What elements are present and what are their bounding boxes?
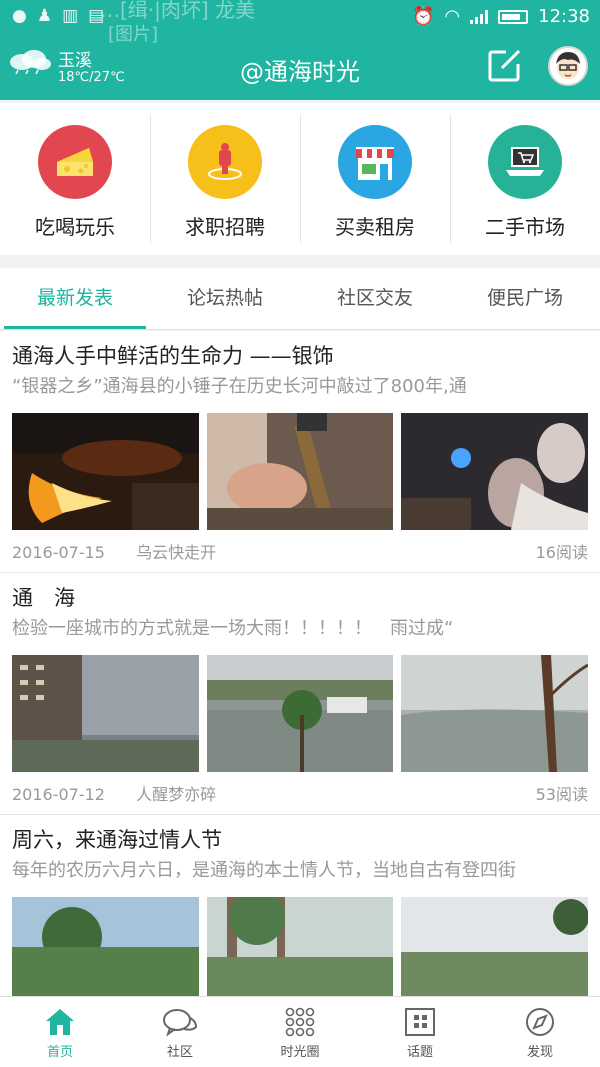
post-image[interactable] <box>206 897 394 996</box>
category-secondhand[interactable]: 二手市场 <box>450 103 600 255</box>
nav-discover[interactable]: 发现 <box>480 997 600 1067</box>
category-label: 求职招聘 <box>185 215 265 239</box>
post-image[interactable] <box>401 413 589 530</box>
avatar[interactable] <box>548 46 588 86</box>
post-image[interactable] <box>401 897 589 996</box>
category-label: 吃喝玩乐 <box>35 215 115 239</box>
category-grid: 吃喝玩乐 求职招聘 买卖租房 二手市场 <box>0 103 600 255</box>
post-title: 周六，来通海过情人节 <box>12 828 222 852</box>
category-label: 买卖租房 <box>335 215 415 239</box>
nav-community[interactable]: 社区 <box>120 997 240 1067</box>
post-thumbnails <box>12 897 589 996</box>
nav-label: 社区 <box>166 1045 193 1060</box>
post-image[interactable] <box>206 413 394 530</box>
user-avatar-icon <box>556 52 580 79</box>
chat-bubbles-icon <box>163 1009 198 1037</box>
post-date: 2016-07-15 <box>12 543 105 562</box>
compose-button[interactable] <box>486 48 522 84</box>
post-image[interactable] <box>12 655 199 772</box>
post-image[interactable] <box>206 655 394 772</box>
chat-icon: ● <box>12 6 27 26</box>
job-pin-icon <box>188 125 262 199</box>
category-label: 二手市场 <box>485 215 565 239</box>
nav-moments[interactable]: 时光圈 <box>240 997 360 1067</box>
clock: 12:38 <box>538 6 590 27</box>
post-title: 通 海 <box>12 586 75 610</box>
post-item[interactable]: 通 海 检验一座城市的方式就是一场大雨！！！！！ 雨过成“ 2016-07-12… <box>0 573 600 815</box>
post-read-count: 16阅读 <box>535 543 588 562</box>
edit-icon <box>488 49 521 82</box>
wifi-icon: ◠ <box>444 6 461 27</box>
alarm-icon: ⏰ <box>411 6 435 27</box>
post-meta: 2016-07-12 人醒梦亦碎 53阅读 <box>12 772 588 814</box>
post-author[interactable]: 人醒梦亦碎 <box>136 785 216 804</box>
status-bar: ● ♟ ▥ ▤ …[缉·|肉坏] 龙美 [图片] ⏰ ◠ 12:38 <box>0 0 600 45</box>
post-image[interactable] <box>401 655 589 772</box>
tab-latest[interactable]: 最新发表 <box>0 268 150 329</box>
signal-icon <box>470 9 489 24</box>
system-status: ⏰ ◠ 12:38 <box>412 6 590 27</box>
app-header: ● ♟ ▥ ▤ …[缉·|肉坏] 龙美 [图片] ⏰ ◠ 12:38 玉溪 18… <box>0 0 600 100</box>
shop-icon <box>338 125 412 199</box>
post-title: 通海人手中鲜活的生命力 ——银饰 <box>12 344 334 368</box>
tab-hot-threads[interactable]: 论坛热帖 <box>150 268 300 329</box>
nav-label: 话题 <box>406 1045 433 1060</box>
bottom-navigation: 首页 社区 时光圈 话题 发现 <box>0 996 600 1067</box>
post-thumbnails <box>12 655 589 772</box>
post-feed: 通海人手中鲜活的生命力 ——银饰 “银器之乡”通海县的小锤子在历史长河中敲过了8… <box>0 331 600 996</box>
post-item[interactable]: 通海人手中鲜活的生命力 ——银饰 “银器之乡”通海县的小锤子在历史长河中敲过了8… <box>0 331 600 573</box>
post-thumbnails <box>12 413 589 530</box>
laptop-cart-icon <box>488 125 562 199</box>
category-trade-rent[interactable]: 买卖租房 <box>300 103 450 255</box>
post-meta: 2016-07-15 乌云快走开 16阅读 <box>12 530 588 572</box>
category-jobs[interactable]: 求职招聘 <box>150 103 300 255</box>
battery-icon <box>498 9 529 24</box>
nav-label: 首页 <box>46 1045 73 1060</box>
post-read-count: 53阅读 <box>535 785 588 804</box>
qq-icon: ♟ <box>36 6 53 26</box>
compass-icon <box>526 1008 554 1036</box>
post-author[interactable]: 乌云快走开 <box>136 543 216 562</box>
tab-community-friends[interactable]: 社区交友 <box>300 268 450 329</box>
tab-convenience[interactable]: 便民广场 <box>450 268 600 329</box>
nav-topics[interactable]: 话题 <box>360 997 480 1067</box>
post-image[interactable] <box>12 897 199 996</box>
nav-home[interactable]: 首页 <box>0 997 120 1067</box>
nav-label: 发现 <box>526 1045 553 1060</box>
notification-ghost-text-2: [图片] <box>108 24 159 45</box>
notification-icons: ● ♟ ▥ ▤ <box>12 6 104 26</box>
cheese-icon <box>38 125 112 199</box>
post-summary: 每年的农历六月六日，是通海的本土情人节，当地自古有登四街 <box>12 860 516 881</box>
nav-label: 时光圈 <box>280 1045 320 1060</box>
post-summary: “银器之乡”通海县的小锤子在历史长河中敲过了800年,通 <box>12 376 467 397</box>
post-date: 2016-07-12 <box>12 785 105 804</box>
post-summary: 检验一座城市的方式就是一场大雨！！！！！ 雨过成“ <box>12 618 454 639</box>
trash-icon: ▥ <box>62 6 79 26</box>
dot-grid-icon <box>285 1007 315 1037</box>
category-food-fun[interactable]: 吃喝玩乐 <box>0 103 150 255</box>
feed-tabs: 最新发表 论坛热帖 社区交友 便民广场 <box>0 268 600 330</box>
post-item[interactable]: 周六，来通海过情人节 每年的农历六月六日，是通海的本土情人节，当地自古有登四街 <box>0 815 600 996</box>
home-icon <box>46 1009 74 1035</box>
topic-board-icon <box>405 1008 435 1036</box>
post-image[interactable] <box>12 413 199 530</box>
